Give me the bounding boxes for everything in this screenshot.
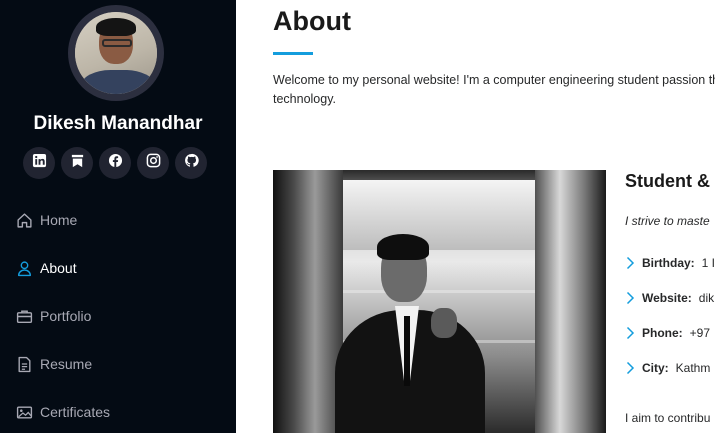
nav-item-portfolio[interactable]: Portfolio <box>0 292 236 340</box>
nav-item-label: Portfolio <box>40 308 92 324</box>
detail-value: Kathm <box>675 361 711 375</box>
detail-city: City: Kathm <box>625 361 715 396</box>
chevron-right-icon <box>625 326 637 340</box>
about-lead: I strive to maste <box>625 214 710 228</box>
detail-label: Website: <box>642 291 692 305</box>
nav-item-resume[interactable]: Resume <box>0 340 236 388</box>
nav-item-certificates[interactable]: Certificates <box>0 388 236 433</box>
github-icon <box>184 153 199 173</box>
detail-value[interactable]: dik <box>699 291 714 305</box>
side-nav: Home About Portfolio Resume Certificates <box>0 196 236 433</box>
detail-value: +97 <box>689 326 711 340</box>
sidebar: Dikesh Manandhar Home About Portfolio Re… <box>0 0 236 433</box>
linkedin-link[interactable] <box>23 147 55 179</box>
home-icon <box>16 212 33 229</box>
bookmark-icon <box>70 153 85 173</box>
about-outro: I aim to contribu <box>625 411 711 425</box>
briefcase-icon <box>16 308 33 325</box>
chevron-right-icon <box>625 256 637 270</box>
profile-photo <box>75 12 157 94</box>
social-links <box>23 147 207 179</box>
facebook-link[interactable] <box>99 147 131 179</box>
linkedin-icon <box>32 153 47 173</box>
chevron-right-icon <box>625 291 637 305</box>
about-subtitle: Student & <box>625 171 710 191</box>
detail-birthday: Birthday: 1 I <box>625 256 715 291</box>
person-icon <box>16 260 33 277</box>
detail-label: City: <box>642 361 669 375</box>
instagram-link[interactable] <box>137 147 169 179</box>
nav-item-label: Certificates <box>40 404 111 420</box>
nav-item-label: Resume <box>40 356 93 372</box>
detail-label: Phone: <box>642 326 683 340</box>
detail-value: 1 I <box>701 256 715 270</box>
nav-item-about[interactable]: About <box>0 244 236 292</box>
about-photo <box>273 170 606 433</box>
image-icon <box>16 404 33 421</box>
detail-website: Website: dik <box>625 291 715 326</box>
about-section: About Welcome to my personal website! I'… <box>236 0 715 433</box>
github-link[interactable] <box>175 147 207 179</box>
nav-item-label: Home <box>40 212 78 228</box>
document-icon <box>16 356 33 373</box>
facebook-icon <box>108 153 123 173</box>
instagram-icon <box>146 153 161 173</box>
nav-item-home[interactable]: Home <box>0 196 236 244</box>
section-title: About <box>273 6 351 36</box>
chevron-right-icon <box>625 361 637 375</box>
nav-item-label: About <box>40 260 77 276</box>
title-underline <box>273 52 313 55</box>
profile-name[interactable]: Dikesh Manandhar <box>0 113 236 135</box>
about-intro: Welcome to my personal website! I'm a co… <box>273 73 715 106</box>
detail-phone: Phone: +97 <box>625 326 715 361</box>
avatar <box>68 5 164 101</box>
detail-label: Birthday: <box>642 256 695 270</box>
details-list: Birthday: 1 I Website: dik Phone: +97 Ci… <box>625 256 715 396</box>
bookmark-link[interactable] <box>61 147 93 179</box>
